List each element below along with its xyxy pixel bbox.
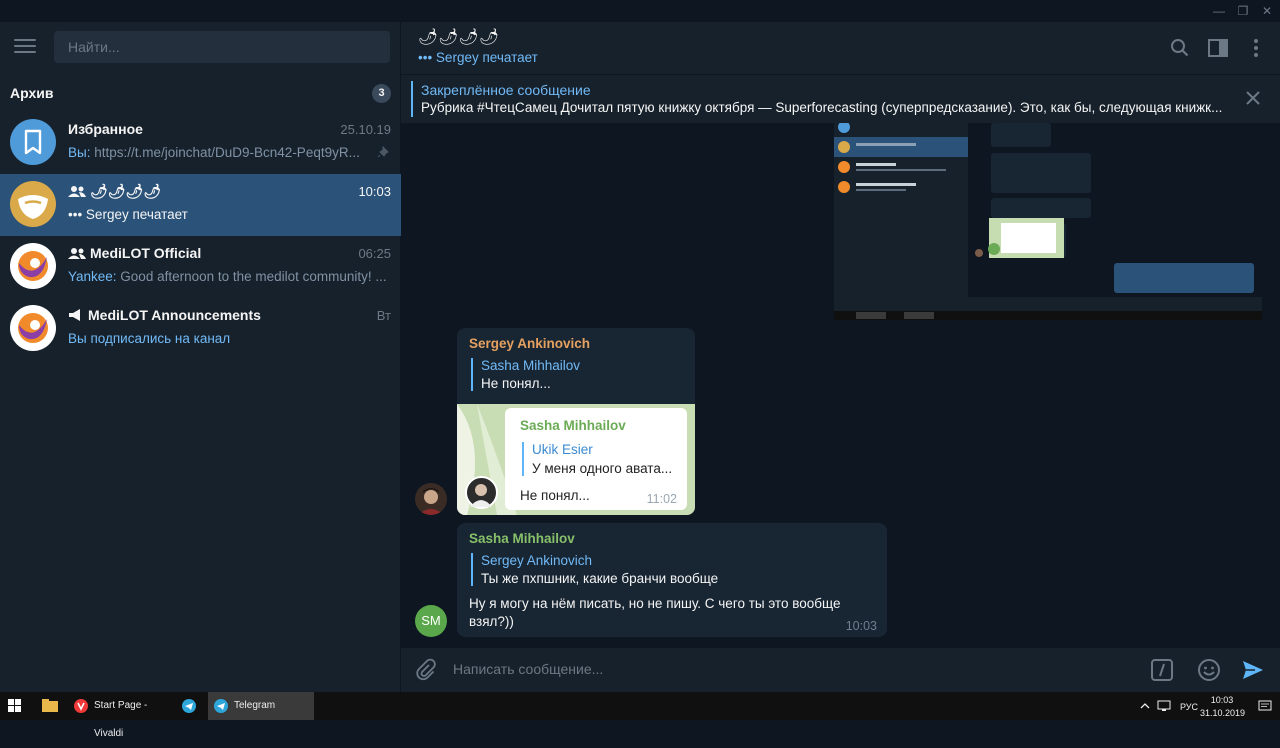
reply-quote[interactable]: Sergey Ankinovich Ты же пхпшник, какие б…	[471, 553, 718, 586]
more-options-icon[interactable]	[1244, 36, 1268, 60]
chat-list-sidebar: Найти... Архив 3 Избранное 25.10.19 Вы: …	[0, 22, 401, 692]
embedded-screenshot-image[interactable]	[834, 123, 1262, 320]
message-author[interactable]: Sergey Ankinovich	[469, 336, 590, 351]
chat-preview: Вы: https://t.me/joinchat/DuD9-Bcn42-Peq…	[68, 145, 360, 160]
chat-item-medilot-official[interactable]: MediLOT Official 06:25 Yankee: Good afte…	[0, 236, 401, 298]
notifications-icon[interactable]	[1258, 700, 1272, 712]
chat-main-area: 🌶🌶🌶🌶 ••• Sergey печатает Закреплённое со…	[401, 22, 1280, 692]
pinned-accent-bar	[411, 81, 413, 117]
reply-quote[interactable]: Sasha Mihhailov Не понял...	[471, 358, 580, 391]
reply-text: Ты же пхпшник, какие бранчи вообще	[481, 571, 719, 586]
chat-item-saved-messages[interactable]: Избранное 25.10.19 Вы: https://t.me/join…	[0, 112, 401, 174]
clock[interactable]: 10:03 31.10.2019	[1200, 695, 1245, 718]
taskbar-app-telegram[interactable]: Telegram	[208, 692, 314, 720]
medilot-logo	[10, 305, 56, 351]
window-title-bar: — ❐ ✕	[0, 0, 1280, 22]
emoji-icon[interactable]	[1197, 658, 1221, 682]
search-icon[interactable]	[1168, 36, 1192, 60]
typing-status: ••• Sergey печатает	[418, 50, 538, 65]
message-composer: Написать сообщение...	[401, 648, 1280, 692]
send-icon[interactable]	[1241, 658, 1265, 682]
sasha-avatar[interactable]: SM	[415, 605, 447, 637]
search-input[interactable]: Найти...	[54, 31, 390, 63]
quoted-card: Sasha Mihhailov Ukik Esier У меня одного…	[505, 408, 687, 510]
attach-icon[interactable]	[413, 658, 437, 682]
vivaldi-icon	[74, 699, 88, 713]
chat-name: MediLOT Official	[68, 245, 201, 261]
chat-preview: ••• Sergey печатает	[68, 207, 188, 222]
reply-author: Sasha Mihhailov	[481, 358, 581, 373]
chat-header: 🌶🌶🌶🌶 ••• Sergey печатает	[401, 22, 1280, 74]
beard-avatar-icon	[18, 195, 48, 219]
group-avatar	[10, 181, 56, 227]
archive-unread-badge: 3	[372, 84, 391, 103]
sergey-avatar[interactable]	[415, 483, 447, 515]
image-time: 11:02	[646, 492, 677, 506]
saved-messages-avatar	[10, 119, 56, 165]
image-reply: Ukik Esier У меня одного авата...	[522, 442, 672, 476]
pinned-message-bar[interactable]: Закреплённое сообщение Рубрика #ЧтецСаме…	[401, 74, 1280, 123]
network-icon[interactable]	[1157, 700, 1171, 712]
maximize-button[interactable]: ❐	[1230, 0, 1256, 22]
language-indicator[interactable]: РУС	[1180, 702, 1198, 712]
pinned-title: Закреплённое сообщение	[421, 82, 591, 98]
megaphone-icon	[69, 309, 80, 321]
close-icon[interactable]	[1243, 88, 1263, 108]
person-photo-icon	[418, 488, 444, 515]
pin-icon	[377, 146, 389, 158]
screenshot-thumbnail	[834, 123, 1262, 320]
medilot-logo	[10, 243, 56, 289]
group-icon	[68, 248, 86, 259]
medilot-logo-icon	[18, 313, 48, 343]
message-text: Ну я могу на нём писать, но не пишу. С ч…	[469, 596, 841, 629]
chat-item-medilot-announcements[interactable]: MediLOT Announcements Вт Вы подписались …	[0, 298, 401, 360]
chat-preview: Вы подписались на канал	[68, 331, 231, 346]
archive-folder[interactable]: Архив 3	[0, 76, 401, 110]
chat-title[interactable]: 🌶🌶🌶🌶	[418, 27, 499, 47]
image-author: Sasha Mihhailov	[520, 418, 626, 433]
medilot-logo-icon	[18, 251, 48, 281]
telegram-icon	[214, 699, 228, 713]
person-photo-icon	[470, 484, 492, 507]
chat-name: Избранное	[68, 121, 143, 137]
telegram-pinned-icon[interactable]	[182, 699, 196, 713]
image-text: Не понял...	[520, 488, 590, 503]
file-explorer-icon[interactable]	[42, 699, 58, 713]
chat-name: 🌶🌶🌶🌶	[68, 183, 161, 200]
reply-text: Не понял...	[481, 376, 551, 391]
windows-start-icon[interactable]	[8, 699, 22, 713]
message-time: 10:03	[845, 619, 877, 633]
chat-time: 10:03	[358, 184, 391, 199]
chat-time: Вт	[376, 308, 391, 323]
image-attachment[interactable]: Sasha Mihhailov Ukik Esier У меня одного…	[457, 404, 695, 515]
chat-preview: Yankee: Good afternoon to the medilot co…	[68, 269, 387, 284]
chat-time: 25.10.19	[340, 122, 391, 137]
bot-commands-icon[interactable]	[1150, 658, 1174, 682]
message-bubble[interactable]: Sasha Mihhailov Sergey Ankinovich Ты же …	[457, 523, 887, 637]
close-window-button[interactable]: ✕	[1254, 0, 1280, 22]
minimize-button[interactable]: —	[1206, 0, 1232, 22]
bookmark-icon	[24, 129, 42, 155]
chat-time: 06:25	[358, 246, 391, 261]
chat-name: MediLOT Announcements	[68, 307, 261, 323]
pinned-text: Рубрика #ЧтецСамец Дочитал пятую книжку …	[421, 100, 1223, 115]
chat-item-group-active[interactable]: 🌶🌶🌶🌶 10:03 ••• Sergey печатает	[0, 174, 401, 236]
image-avatar	[465, 476, 498, 509]
archive-label: Архив	[10, 85, 54, 101]
sidebar-toggle-icon[interactable]	[1206, 36, 1230, 60]
hamburger-menu-icon[interactable]	[14, 39, 36, 55]
message-input[interactable]: Написать сообщение...	[453, 661, 603, 677]
taskbar-app-vivaldi[interactable]: Start Page - Vivaldi	[68, 692, 170, 739]
reply-author: Sergey Ankinovich	[481, 553, 593, 568]
windows-taskbar: Start Page - Vivaldi Telegram РУС 10:03 …	[0, 692, 1280, 739]
group-icon	[68, 186, 86, 197]
message-bubble[interactable]: Sergey Ankinovich Sasha Mihhailov Не пон…	[457, 328, 695, 515]
tray-chevron-up-icon[interactable]	[1140, 701, 1150, 711]
message-author[interactable]: Sasha Mihhailov	[469, 531, 575, 546]
